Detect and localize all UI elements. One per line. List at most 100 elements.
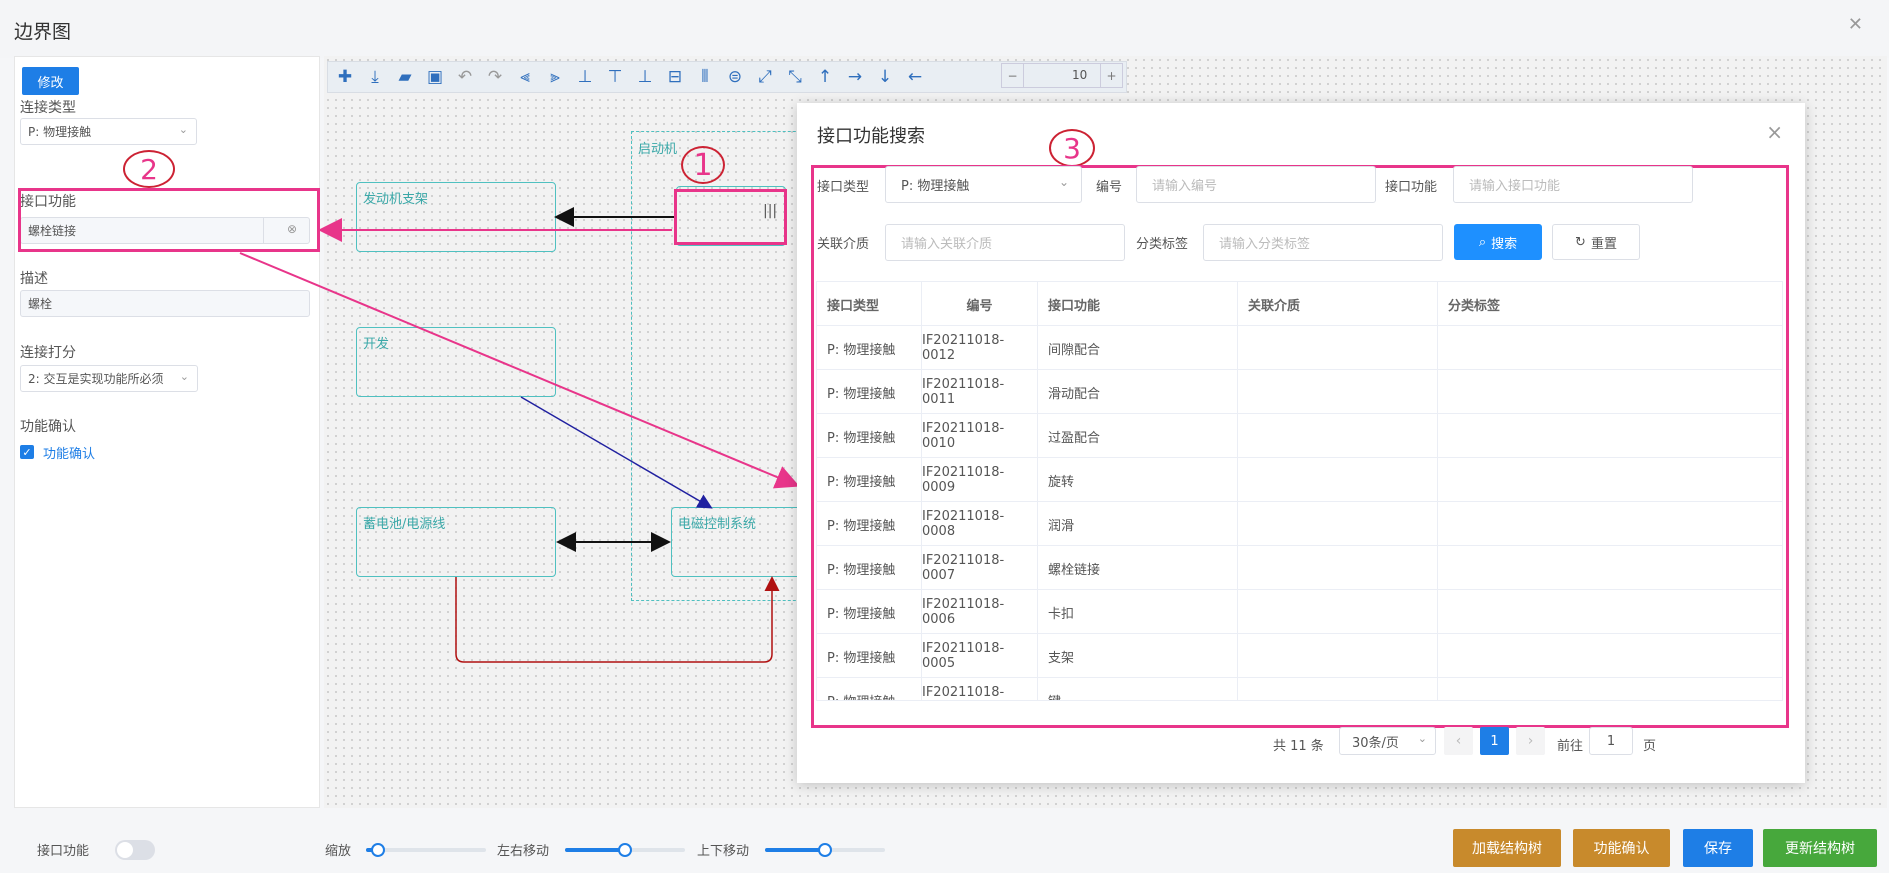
table-row[interactable]: P: 物理接触 IF20211018-0007 螺栓链接 [817,546,1782,590]
table-cell [1438,546,1782,590]
filter-func-input[interactable]: 请输入接口功能 [1453,166,1693,203]
table-cell: 过盈配合 [1038,414,1238,458]
table-cell [1438,414,1782,458]
highlight-box-2 [18,188,320,252]
table-cell: 间隙配合 [1038,326,1238,370]
page-size-select[interactable]: 30条/页 ⌄ [1339,727,1436,755]
update-tree-button[interactable]: 更新结构树 [1763,829,1877,867]
chevron-down-icon: ⌄ [1058,175,1069,189]
pagination-total: 共 11 条 [1273,739,1324,754]
lr-slider-fill [565,848,625,852]
highlight-box-1 [674,189,787,245]
save-button[interactable]: 保存 [1683,829,1753,867]
ud-slider[interactable] [765,843,885,857]
zoom-slider[interactable] [366,843,486,857]
modal-title: 接口功能搜索 [817,126,925,147]
ud-slider-knob[interactable] [818,843,832,857]
col-header: 分类标签 [1448,298,1501,314]
table-cell: IF20211018-0005 [922,634,1038,678]
table-cell: IF20211018-0011 [922,370,1038,414]
table-cell: IF20211018-0007 [922,546,1038,590]
table-row[interactable]: P: 物理接触 IF20211018-0012 间隙配合 [817,326,1782,370]
table-row[interactable]: P: 物理接触 IF20211018-0005 支架 [817,634,1782,678]
filter-type-select[interactable]: P: 物理接触 ⌄ [885,166,1082,203]
table-cell [1438,590,1782,634]
reset-button[interactable]: ↻ 重置 [1552,224,1640,260]
search-button[interactable]: ⌕ 搜索 [1454,224,1542,260]
table-cell: P: 物理接触 [817,458,922,502]
table-row[interactable]: P: 物理接触 IF20211018-0006 卡扣 [817,590,1782,634]
confirm-function-button[interactable]: 功能确认 [1573,829,1670,867]
goto-input[interactable]: 1 [1589,727,1633,755]
chevron-down-icon: ⌄ [1417,732,1427,745]
iface-toggle[interactable] [115,840,155,860]
filter-medium-input[interactable]: 请输入关联介质 [885,224,1125,261]
table-cell [1238,326,1438,370]
table-cell: IF20211018-0010 [922,414,1038,458]
page-number[interactable]: 1 [1480,727,1509,755]
next-page-button[interactable]: › [1516,727,1545,755]
col-header: 编号 [922,282,1038,326]
table-cell: 卡扣 [1038,590,1238,634]
table-row[interactable]: P: 物理接触 IF20211018-0010 过盈配合 [817,414,1782,458]
filter-type-value: P: 物理接触 [901,179,970,194]
prev-page-button[interactable]: ‹ [1444,727,1473,755]
filter-code-input[interactable]: 请输入编号 [1136,166,1376,203]
table-row[interactable]: P: 物理接触 IF20211018-0011 滑动配合 [817,370,1782,414]
table-row[interactable]: P: 物理接触 IF20211018-0008 润滑 [817,502,1782,546]
table-cell [1238,634,1438,678]
goto-label: 前往 [1557,739,1584,754]
table-cell [1438,678,1782,700]
table-cell: P: 物理接触 [817,634,922,678]
table-cell: 旋转 [1038,458,1238,502]
table-cell: 支架 [1038,634,1238,678]
col-header: 接口类型 [817,282,922,326]
ud-slider-label: 上下移动 [697,844,750,859]
table-row[interactable]: P: 物理接触IF20211018-0004键 [817,678,1782,700]
page-size-value: 30条/页 [1352,735,1399,751]
refresh-icon: ↻ [1575,234,1586,250]
table-cell: IF20211018-0004 [922,678,1038,700]
col-header: 关联介质 [1238,282,1438,326]
modal-close-icon[interactable]: × [1766,120,1783,144]
lr-slider-knob[interactable] [618,843,632,857]
table-cell [1438,370,1782,414]
connector-develop-ecu [520,396,713,509]
table-cell: P: 物理接触 [817,326,922,370]
page-suffix: 页 [1643,739,1657,754]
table-cell [1438,634,1782,678]
annotation-marker-1: 1 [681,146,725,184]
table-cell: IF20211018-0012 [922,326,1038,370]
table-cell: P: 物理接触 [817,370,922,414]
filter-type-label: 接口类型 [817,180,870,195]
ud-slider-fill [765,848,825,852]
table-cell: IF20211018-0009 [922,458,1038,502]
filter-medium-label: 关联介质 [817,237,870,252]
table-cell [1238,414,1438,458]
lr-slider-label: 左右移动 [497,844,550,859]
toggle-knob [117,842,133,858]
load-tree-button[interactable]: 加载结构树 [1453,829,1561,867]
table-row[interactable]: P: 物理接触 IF20211018-0009 旋转 [817,458,1782,502]
table-cell: P: 物理接触 [817,546,922,590]
filter-tag-input[interactable]: 请输入分类标签 [1203,224,1443,261]
table-cell: P: 物理接触 [817,502,922,546]
table-cell: 键 [1038,678,1238,700]
result-table: 接口类型 编号 接口功能 关联介质 分类标签 P: 物理接触 IF20211018… [816,281,1783,701]
table-cell: P: 物理接触 [817,678,922,700]
bottom-bar: 接口功能 缩放 左右移动 上下移动 加载结构树 功能确认 保存 更新结构树 [0,821,1889,873]
table-cell: 滑动配合 [1038,370,1238,414]
table-cell [1238,546,1438,590]
filter-code-label: 编号 [1096,180,1123,195]
zoom-slider-knob[interactable] [371,843,385,857]
table-cell: 螺栓链接 [1038,546,1238,590]
table-cell [1438,458,1782,502]
lr-slider[interactable] [565,843,685,857]
table-cell [1238,502,1438,546]
table-cell: 润滑 [1038,502,1238,546]
iface-search-modal: 接口功能搜索 × 3 接口类型 P: 物理接触 ⌄ 编号 请输入编号 接口功能 … [797,103,1805,783]
search-button-label: 搜索 [1491,236,1518,252]
table-cell [1238,458,1438,502]
annotation-marker-2: 2 [123,150,175,188]
connector-battery-ecu-power [455,576,780,663]
